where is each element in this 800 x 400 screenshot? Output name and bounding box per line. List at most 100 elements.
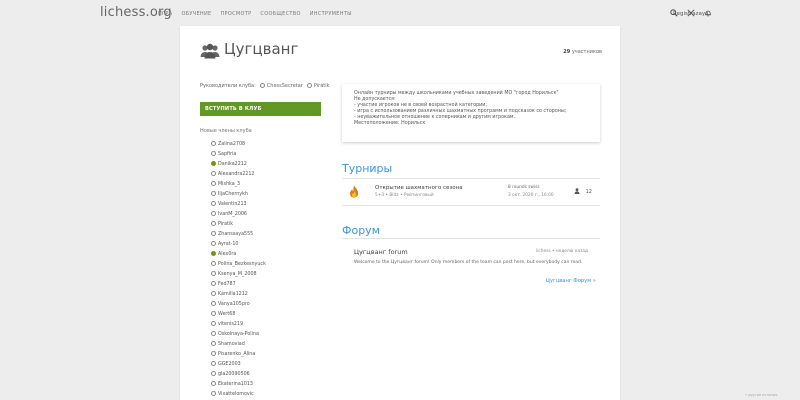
member-item[interactable]: vitenis219 (211, 320, 266, 330)
offline-status-icon (211, 191, 216, 196)
offline-status-icon (211, 201, 216, 206)
member-name: Vixattelomovic (218, 392, 254, 397)
member-name: Fed787 (218, 282, 236, 287)
member-name: Alex0ra (218, 252, 237, 257)
member-name: Ayrat-10 (218, 242, 239, 247)
member-item[interactable]: Ayrat-10 (211, 240, 266, 250)
tournament-name[interactable]: Открытие шахматного сезона (375, 185, 463, 191)
offline-status-icon (211, 301, 216, 306)
user-icon (574, 188, 580, 194)
member-item[interactable]: gla20090506 (211, 370, 266, 380)
member-item[interactable]: Mishka_3 (211, 180, 266, 190)
forum-topic-desc: Welcome to the Цугцванг forum! Only memb… (354, 260, 583, 265)
tournaments-heading[interactable]: Турниры (342, 162, 392, 175)
offline-status-icon (211, 241, 216, 246)
offline-status-icon (211, 321, 216, 326)
offline-status-icon (211, 351, 216, 356)
members-count: 29 участников (563, 49, 602, 55)
main-nav: ИГРА ОБУЧЕНИЕ ПРОСМОТР СООБЩЕСТВО ИНСТРУ… (158, 11, 352, 17)
member-name: Mishka_3 (218, 182, 241, 187)
nav-watch[interactable]: ПРОСМОТР (221, 11, 252, 17)
member-item[interactable]: IvanM_2006 (211, 210, 266, 220)
member-name: Oskolnaya-Polina (218, 332, 259, 337)
member-item[interactable]: Zhanssaya555 (211, 230, 266, 240)
offline-status-icon (211, 181, 216, 186)
online-status-icon (211, 251, 216, 256)
member-item[interactable]: Ksenya_M_2008 (211, 270, 266, 280)
tournament-info: 5+3 • Blitz • Рейтинговый (375, 193, 434, 198)
offline-status-icon (211, 141, 216, 146)
club-card: Цугцванг 29 участников Руководители клуб… (180, 26, 620, 400)
offline-status-icon (211, 341, 216, 346)
forum-topic-meta: lichess • неделю назад (536, 249, 588, 254)
offline-status-icon (211, 331, 216, 336)
leaders-label: Руководители клуба: (200, 83, 256, 89)
member-item[interactable]: Alexandra2212 (211, 170, 266, 180)
member-name: Zhanssaya555 (218, 232, 254, 237)
leader-chesssecretar[interactable]: ChessSecretar (259, 83, 303, 89)
member-item[interactable]: Vixattelomovic (211, 390, 266, 400)
offline-status-icon (211, 271, 216, 276)
member-item[interactable]: Fed787 (211, 280, 266, 290)
member-name: Pisarenko_Alina (218, 352, 256, 357)
member-item[interactable]: GGE2003 (211, 360, 266, 370)
member-name: Shamoviad (218, 342, 245, 347)
member-name: Zalina2708 (218, 142, 246, 147)
forum-heading[interactable]: Форум (342, 224, 380, 237)
member-item[interactable]: Kamilla1212 (211, 290, 266, 300)
tournament-row[interactable]: Открытие шахматного сезона 5+3 • Blitz •… (342, 178, 600, 206)
member-item[interactable]: Oskolnaya-Polina (211, 330, 266, 340)
offline-status-icon (211, 171, 216, 176)
member-name: gla20090506 (218, 372, 250, 377)
offline-status-icon (211, 151, 216, 156)
member-item[interactable]: Shamoviad (211, 340, 266, 350)
member-name: vitenis219 (218, 322, 244, 327)
join-club-button[interactable]: ВСТУПИТЬ В КЛУБ (200, 102, 321, 116)
member-name: Ekaterina1013 (218, 382, 253, 387)
member-item[interactable]: Wert68 (211, 310, 266, 320)
member-item[interactable]: Polina_Bezkesnyuck (211, 260, 266, 270)
forum-section: Цугцванг forum lichess • неделю назад We… (342, 238, 600, 291)
offline-status-icon (211, 291, 216, 296)
member-name: Danika2212 (218, 162, 247, 167)
member-name: Polina_Bezkesnyuck (218, 262, 266, 267)
member-item[interactable]: Sapfiria (211, 150, 266, 160)
offline-status-icon (211, 361, 216, 366)
member-name: Sapfiria (218, 152, 237, 157)
member-name: IljaChernykh (218, 192, 248, 197)
member-item[interactable]: Zalina2708 (211, 140, 266, 150)
member-name: Kamilla1212 (218, 292, 248, 297)
offline-status-icon (211, 391, 216, 396)
tournament-rounds: 8 rounds swiss (508, 185, 540, 190)
leader-name: Piratik (313, 83, 330, 89)
member-item[interactable]: Pisarenko_Alina (211, 350, 266, 360)
member-item[interactable]: Ekaterina1013 (211, 380, 266, 390)
description-line: Местоположение: Норильск (354, 121, 426, 126)
footer-note: • другие отличия (745, 393, 778, 397)
member-item[interactable]: Valentin213 (211, 200, 266, 210)
forum-topic-title[interactable]: Цугцванг forum (354, 248, 408, 256)
offline-status-icon (211, 371, 216, 376)
members-list: Zalina2708 Sapfiria Danika2212 Alexandra221… (211, 140, 266, 400)
member-item[interactable]: Alex0ra (211, 250, 266, 260)
nav-tools[interactable]: ИНСТРУМЕНТЫ (310, 11, 352, 17)
member-name: Vanya105pro (218, 302, 250, 307)
page-title: Цугцванг (224, 40, 299, 58)
offline-status-icon (211, 381, 216, 386)
member-name: Alexandra2212 (218, 172, 255, 177)
member-item[interactable]: Danika2212 (211, 160, 266, 170)
leader-piratik[interactable]: Piratik (306, 83, 330, 89)
signin-link[interactable]: Registrazaya (673, 11, 709, 17)
online-status-icon (211, 161, 216, 166)
nav-learn[interactable]: ОБУЧЕНИЕ (181, 11, 211, 17)
players-count: 12 (585, 188, 592, 195)
forum-link[interactable]: Цугцванг Форум » (546, 278, 596, 284)
nav-play[interactable]: ИГРА (158, 11, 172, 17)
member-name: GGE2003 (218, 362, 241, 367)
member-item[interactable]: Piratik (211, 220, 266, 230)
member-item[interactable]: Vanya105pro (211, 300, 266, 310)
member-item[interactable]: IljaChernykh (211, 190, 266, 200)
nav-community[interactable]: СООБЩЕСТВО (260, 11, 300, 17)
offline-status-icon (211, 211, 216, 216)
leader-name: ChessSecretar (266, 83, 303, 89)
